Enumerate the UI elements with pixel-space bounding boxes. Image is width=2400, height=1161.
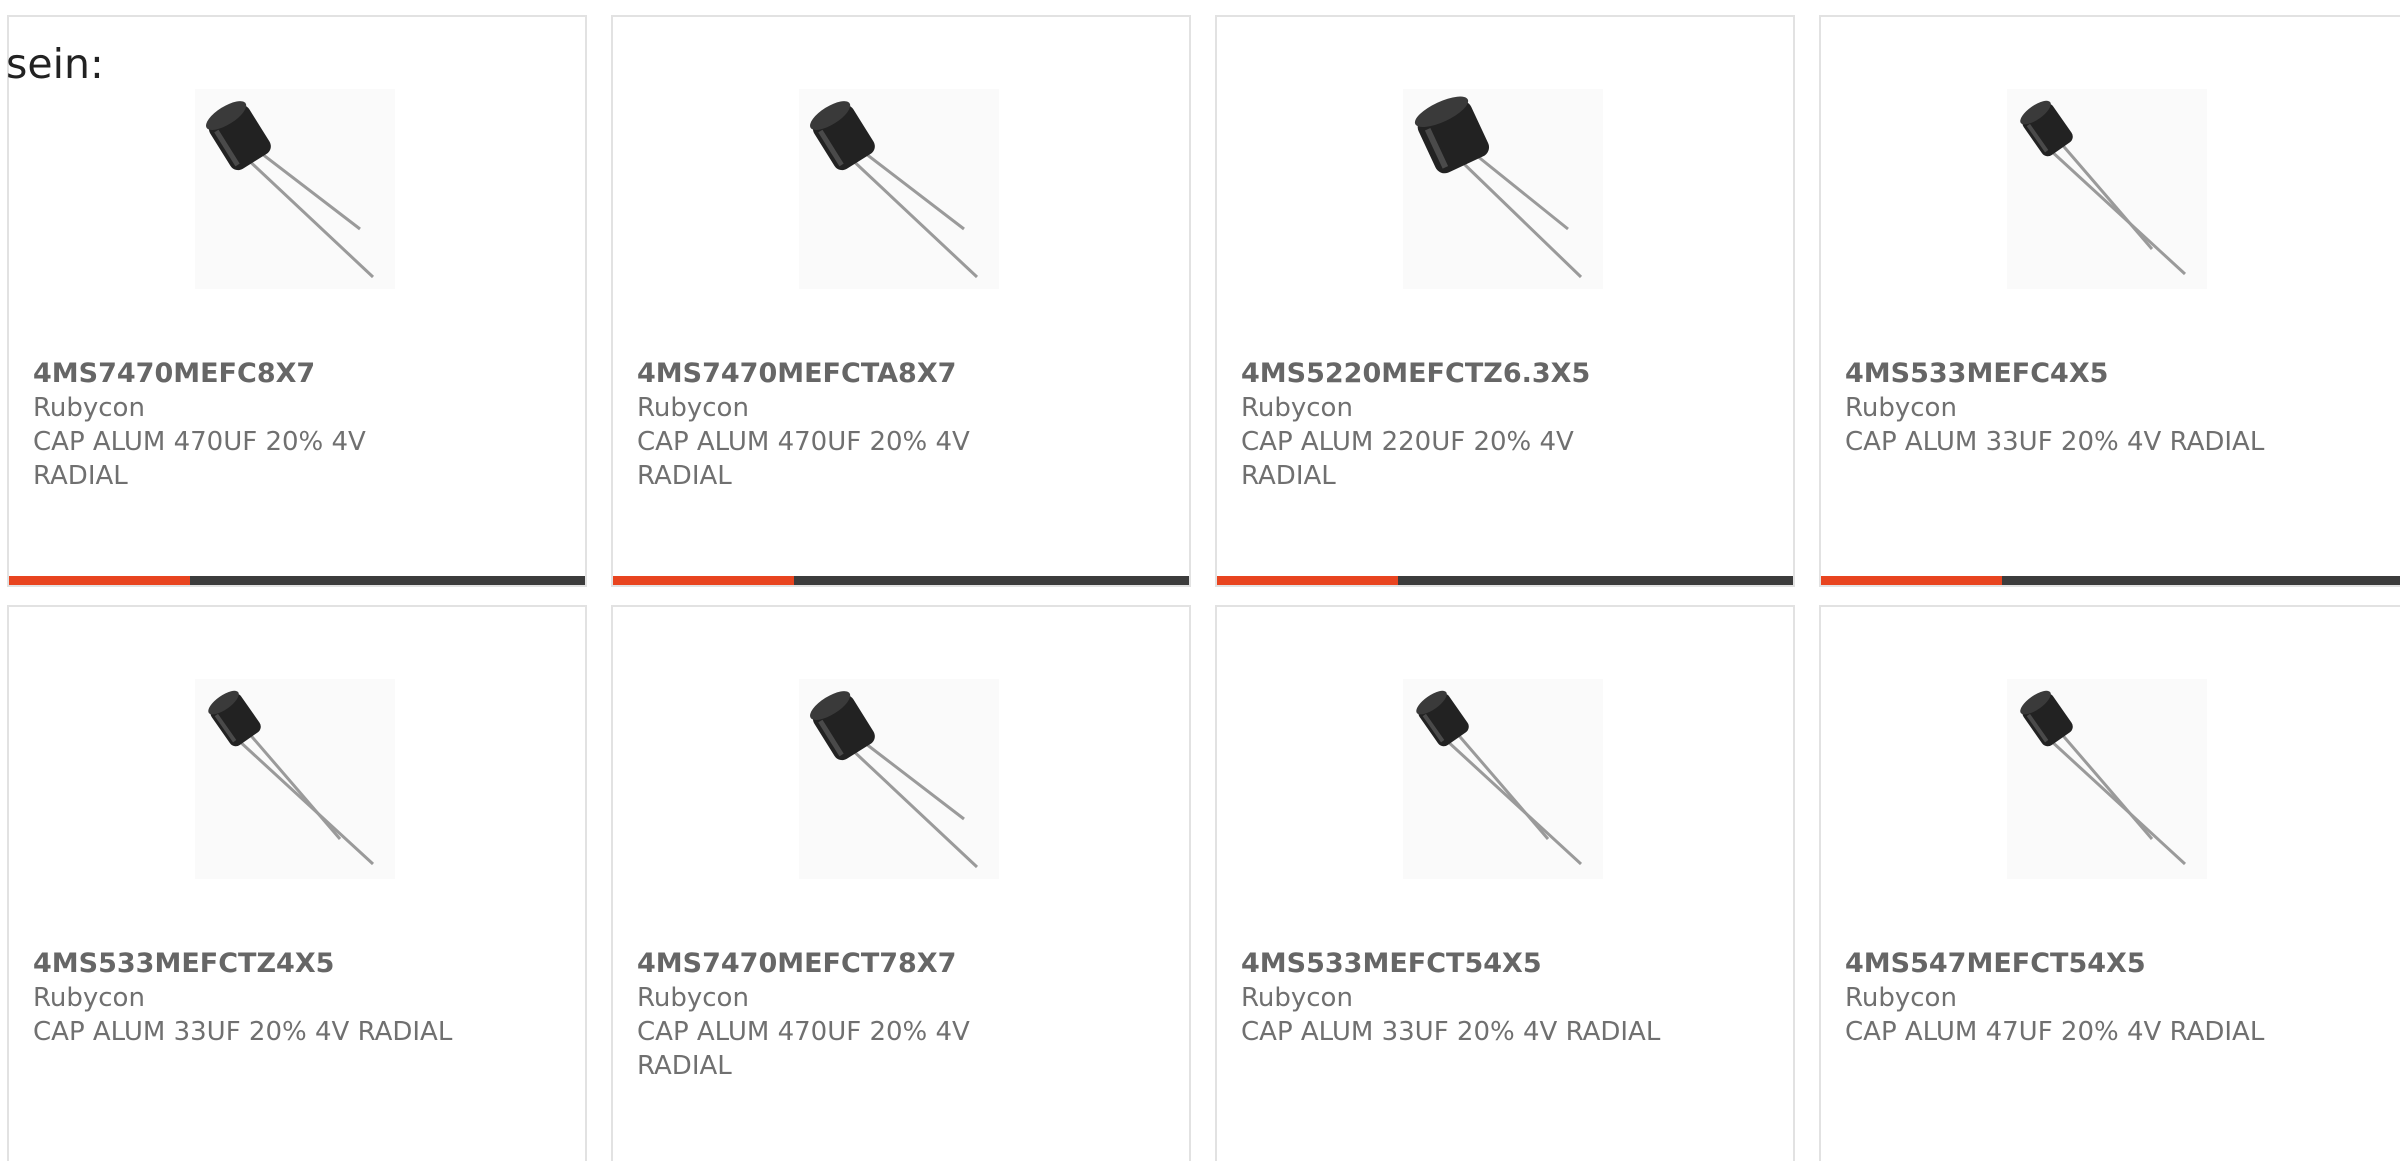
radial-capacitor-icon — [195, 679, 395, 879]
manufacturer: Rubycon — [33, 983, 145, 1013]
description: CAP ALUM 470UF 20% 4V RADIAL — [33, 427, 366, 491]
part-number[interactable]: 4MS533MEFC4X5 — [1845, 357, 2347, 391]
part-number[interactable]: 4MS533MEFCTZ4X5 — [33, 947, 525, 981]
radial-capacitor-icon — [799, 89, 999, 289]
product-info: 4MS533MEFC4X5 Rubycon CAP ALUM 33UF 20% … — [1845, 357, 2347, 459]
card-bar-accent — [9, 576, 190, 585]
description: CAP ALUM 33UF 20% 4V RADIAL — [1845, 427, 2265, 457]
manufacturer: Rubycon — [1241, 983, 1353, 1013]
product-card[interactable]: 4MS533MEFCTZ4X5 Rubycon CAP ALUM 33UF 20… — [7, 605, 587, 1161]
product-info: 4MS7470MEFC8X7 Rubycon CAP ALUM 470UF 20… — [33, 357, 525, 493]
card-bottom-bar — [9, 576, 585, 585]
radial-capacitor-icon — [1403, 679, 1603, 879]
radial-capacitor-icon — [799, 679, 999, 879]
product-info: 4MS7470MEFCT78X7 Rubycon CAP ALUM 470UF … — [637, 947, 1129, 1083]
intro-text: sein: — [6, 40, 104, 88]
card-bottom-bar — [613, 576, 1189, 585]
product-card[interactable]: 4MS7470MEFC8X7 Rubycon CAP ALUM 470UF 20… — [7, 15, 587, 587]
product-grid-page: sein: 4MS7470MEFC8X7 Rubycon CAP ALUM 47… — [0, 0, 2400, 1161]
description: CAP ALUM 470UF 20% 4V RADIAL — [637, 1017, 970, 1081]
product-info: 4MS533MEFCT54X5 Rubycon CAP ALUM 33UF 20… — [1241, 947, 1733, 1049]
manufacturer: Rubycon — [1845, 393, 1957, 423]
product-card[interactable]: 4MS533MEFCT54X5 Rubycon CAP ALUM 33UF 20… — [1215, 605, 1795, 1161]
description: CAP ALUM 220UF 20% 4V RADIAL — [1241, 427, 1574, 491]
part-number[interactable]: 4MS5220MEFCTZ6.3X5 — [1241, 357, 1733, 391]
radial-capacitor-icon — [195, 89, 395, 289]
product-card[interactable]: 4MS533MEFC4X5 Rubycon CAP ALUM 33UF 20% … — [1819, 15, 2400, 587]
part-number[interactable]: 4MS547MEFCT54X5 — [1845, 947, 2347, 981]
product-card[interactable]: 4MS5220MEFCTZ6.3X5 Rubycon CAP ALUM 220U… — [1215, 15, 1795, 587]
product-info: 4MS547MEFCT54X5 Rubycon CAP ALUM 47UF 20… — [1845, 947, 2347, 1049]
manufacturer: Rubycon — [637, 393, 749, 423]
manufacturer: Rubycon — [637, 983, 749, 1013]
product-info: 4MS5220MEFCTZ6.3X5 Rubycon CAP ALUM 220U… — [1241, 357, 1733, 493]
product-card[interactable]: 4MS547MEFCT54X5 Rubycon CAP ALUM 47UF 20… — [1819, 605, 2400, 1161]
part-number[interactable]: 4MS7470MEFCT78X7 — [637, 947, 1129, 981]
manufacturer: Rubycon — [1241, 393, 1353, 423]
description: CAP ALUM 47UF 20% 4V RADIAL — [1845, 1017, 2265, 1047]
product-card[interactable]: 4MS7470MEFCTA8X7 Rubycon CAP ALUM 470UF … — [611, 15, 1191, 587]
part-number[interactable]: 4MS7470MEFC8X7 — [33, 357, 525, 391]
card-bar-accent — [1821, 576, 2002, 585]
radial-capacitor-icon — [1403, 89, 1603, 289]
product-info: 4MS533MEFCTZ4X5 Rubycon CAP ALUM 33UF 20… — [33, 947, 525, 1049]
manufacturer: Rubycon — [33, 393, 145, 423]
description: CAP ALUM 33UF 20% 4V RADIAL — [33, 1017, 453, 1047]
product-info: 4MS7470MEFCTA8X7 Rubycon CAP ALUM 470UF … — [637, 357, 1129, 493]
radial-capacitor-icon — [2007, 89, 2207, 289]
card-bottom-bar — [1217, 576, 1793, 585]
description: CAP ALUM 33UF 20% 4V RADIAL — [1241, 1017, 1661, 1047]
card-bottom-bar — [1821, 576, 2400, 585]
part-number[interactable]: 4MS7470MEFCTA8X7 — [637, 357, 1129, 391]
description: CAP ALUM 470UF 20% 4V RADIAL — [637, 427, 970, 491]
radial-capacitor-icon — [2007, 679, 2207, 879]
card-bar-accent — [613, 576, 794, 585]
part-number[interactable]: 4MS533MEFCT54X5 — [1241, 947, 1733, 981]
card-bar-accent — [1217, 576, 1398, 585]
product-card[interactable]: 4MS7470MEFCT78X7 Rubycon CAP ALUM 470UF … — [611, 605, 1191, 1161]
manufacturer: Rubycon — [1845, 983, 1957, 1013]
